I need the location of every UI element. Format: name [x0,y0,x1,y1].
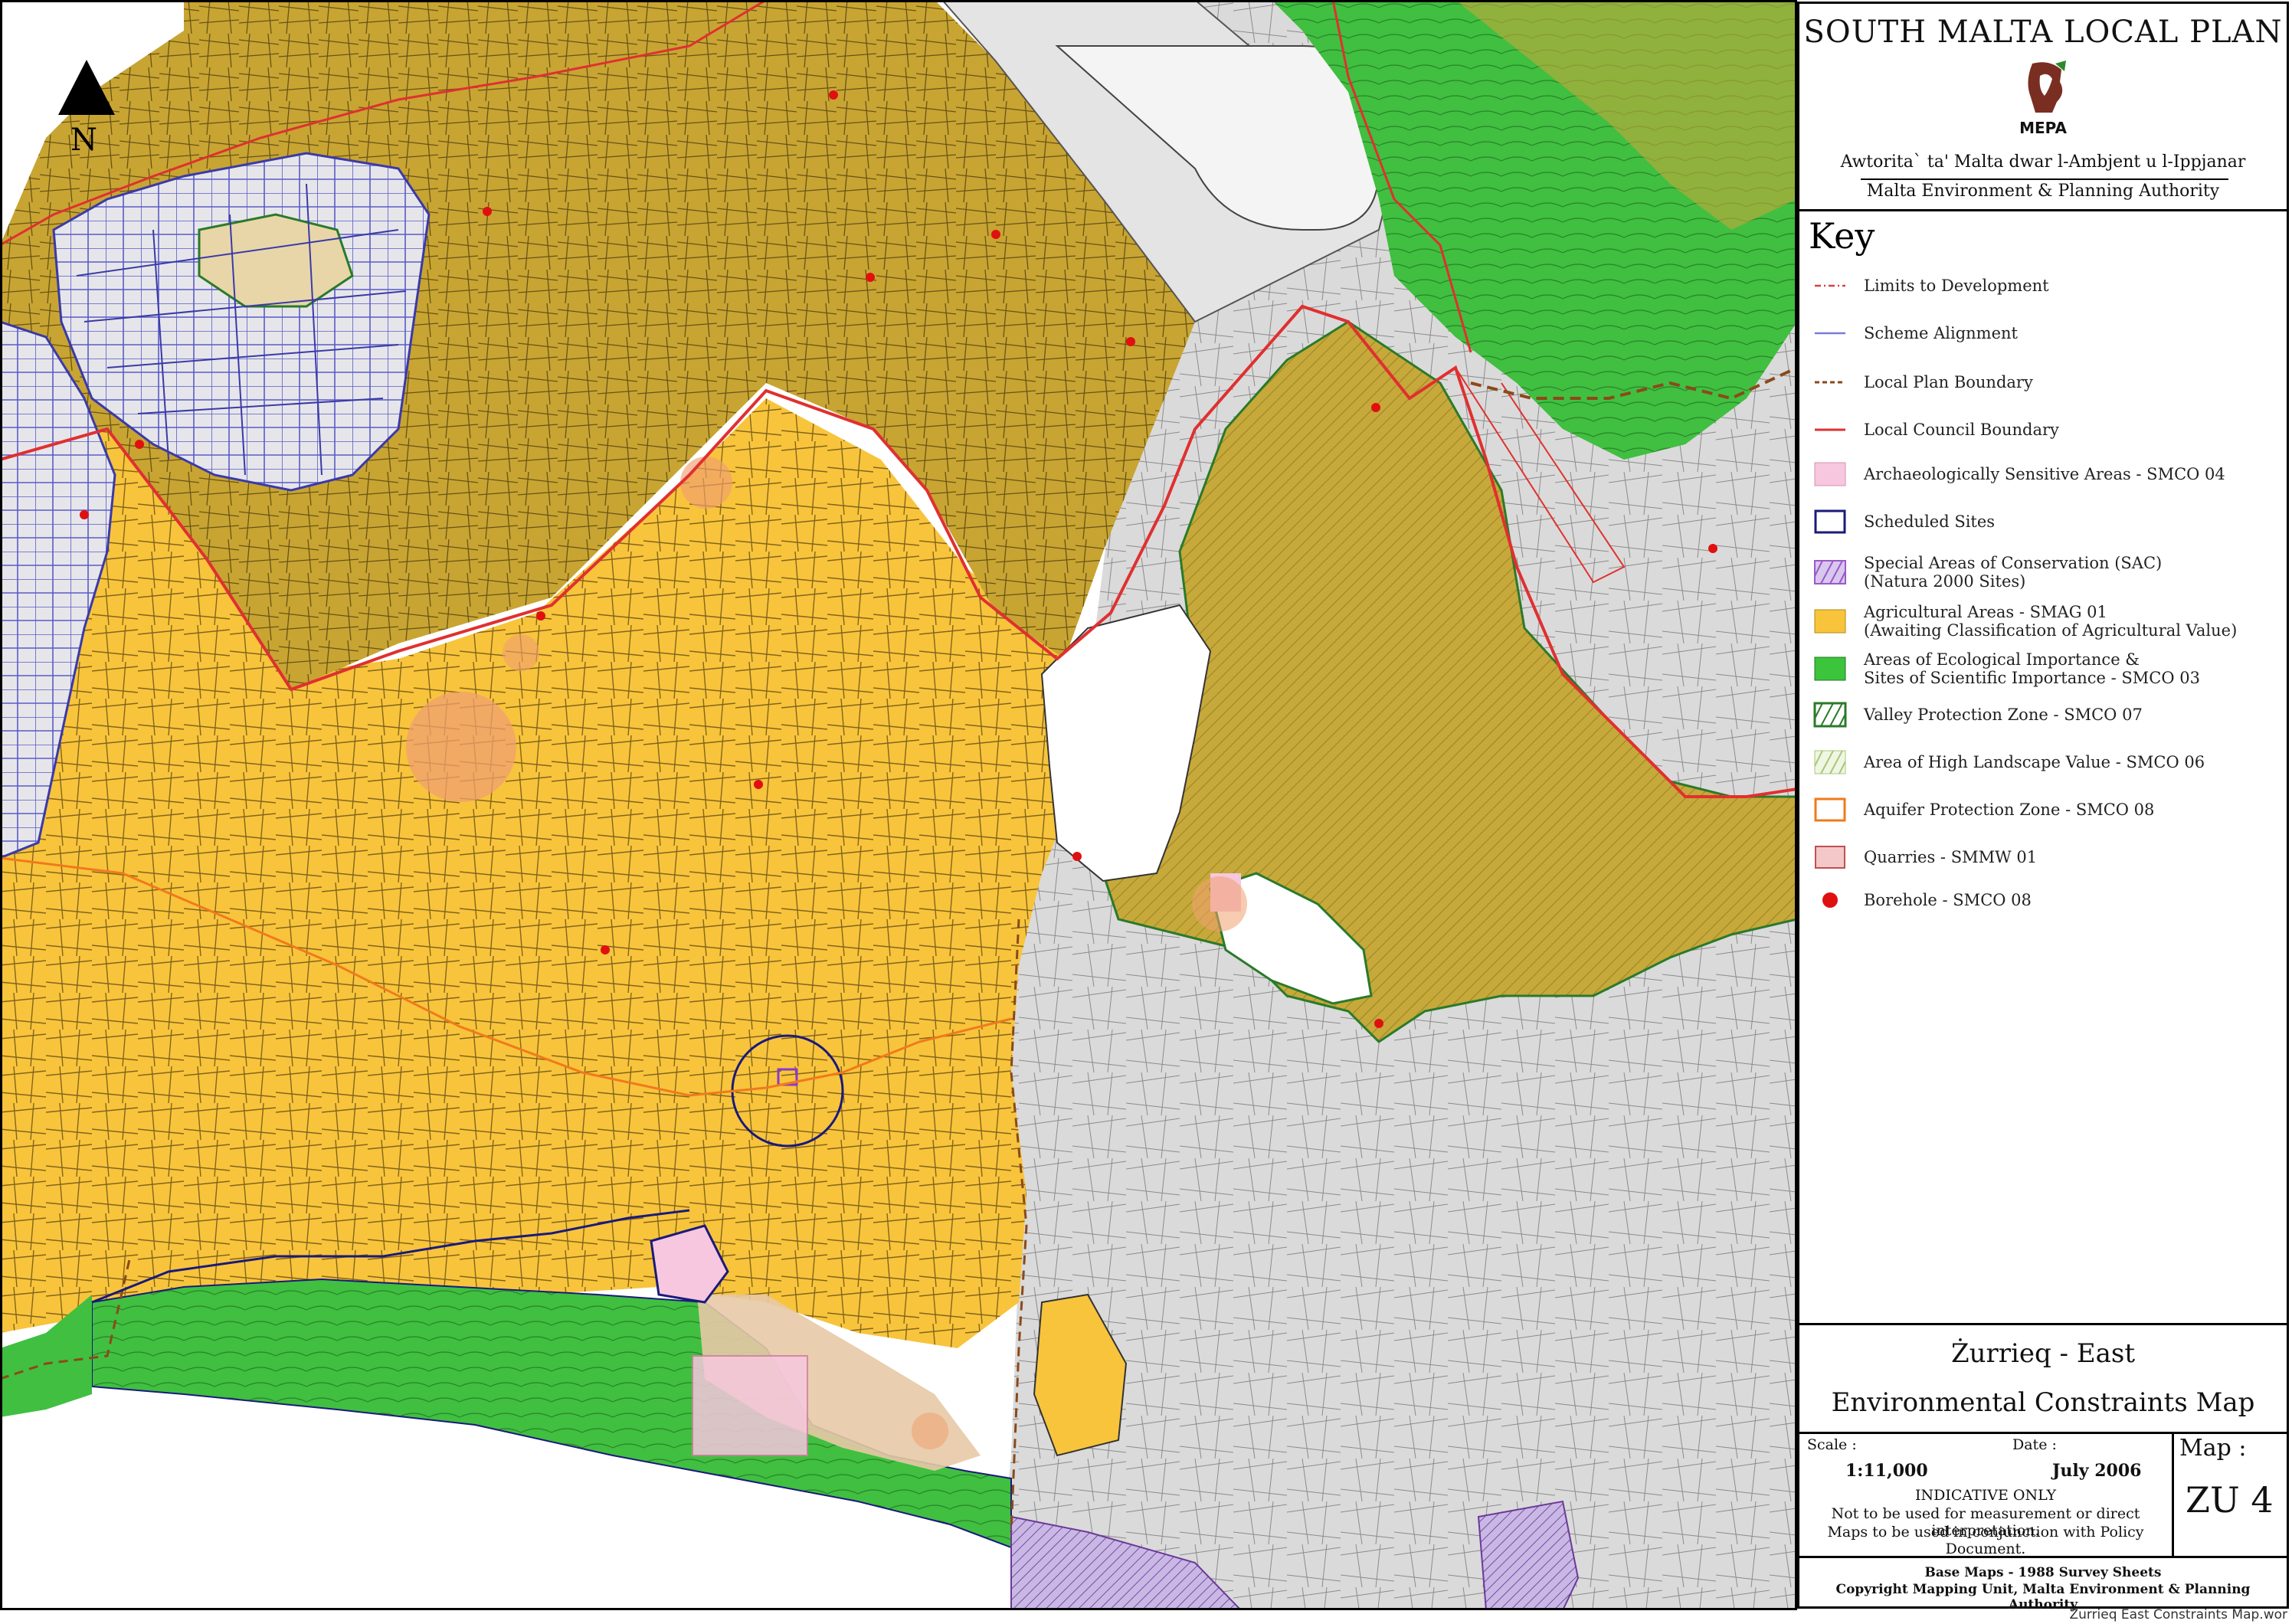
key-item-limits: Limits to Development [1813,270,2049,301]
dashed-line-icon [1815,381,1845,384]
key-label-sub: (Natura 2000 Sites) [1864,572,2026,591]
key-label: Scheduled Sites [1864,512,1996,531]
dashdot-line-icon [1815,284,1845,287]
key-label: Archaeologically Sensitive Areas - SMCO … [1864,465,2225,483]
constraints-map[interactable] [0,0,1797,1610]
map-number-box: Map : ZU 4 [2172,1433,2287,1556]
key-item-archaeological: Archaeologically Sensitive Areas - SMCO … [1813,459,2225,489]
line-icon [1815,332,1845,335]
location-name: Żurrieq - East [1950,1338,2136,1369]
key-label: Borehole - SMCO 08 [1864,891,2032,909]
key-label: Areas of Ecological Importance & [1864,650,2140,669]
hatch-swatch-icon [1813,702,1847,728]
plan-title: SOUTH MALTA LOCAL PLAN [1803,15,2283,50]
fill-swatch-icon [1814,462,1846,486]
north-label: N [70,123,97,158]
key-label: Quarries - SMMW 01 [1864,848,2038,866]
key-item-sac: Special Areas of Conservation (SAC) (Nat… [1813,551,2162,594]
fill-swatch-icon [1814,656,1846,681]
fill-swatch-icon [1814,609,1846,634]
key-item-landscape: Area of High Landscape Value - SMCO 06 [1813,747,2205,778]
dot-icon [1822,892,1838,908]
key-label: Agricultural Areas - SMAG 01 [1864,603,2107,621]
key-label: Local Plan Boundary [1864,373,2033,391]
key-label: Valley Protection Zone - SMCO 07 [1864,706,2143,724]
footer-divider [1799,1556,2287,1558]
key-label-sub: Sites of Scientific Importance - SMCO 03 [1864,669,2200,687]
line-icon [1815,428,1845,431]
base-maps-note: Base Maps - 1988 Survey Sheets [1924,1565,2162,1580]
policy-note: Maps to be used in conjunction with Poli… [1827,1524,2144,1557]
key-item-plan-boundary: Local Plan Boundary [1813,367,2033,398]
location-divider [1799,1323,2287,1325]
key-item-quarries: Quarries - SMMW 01 [1813,842,2037,873]
key-item-scheduled: Scheduled Sites [1813,506,1995,537]
key-item-borehole: Borehole - SMCO 08 [1813,885,2032,915]
scale-label: Scale : [1807,1436,1857,1453]
fill-swatch-icon [1815,846,1845,869]
scale-date-box: Scale : 1:11,000 Date : July 2006 INDICA… [1799,1433,2174,1557]
map-id: ZU 4 [2186,1479,2274,1521]
key-item-aquifer: Aquifer Protection Zone - SMCO 08 [1813,794,2154,825]
key-label: Area of High Landscape Value - SMCO 06 [1864,753,2205,771]
key-label: Special Areas of Conservation (SAC) [1864,554,2163,572]
authority-english: Malta Environment & Planning Authority [1866,182,2220,201]
key-item-council-boundary: Local Council Boundary [1813,414,2059,445]
header-divider [1799,209,2287,211]
map-legend-panel: SOUTH MALTA LOCAL PLAN MEPA Awtorita` ta… [1797,2,2289,1613]
key-item-scheme: Scheme Alignment [1813,318,2018,349]
hatch-swatch-icon [1814,750,1846,774]
date-label: Date : [2012,1436,2057,1453]
hatch-swatch-icon [1814,560,1846,584]
key-label: Limits to Development [1864,277,2049,295]
key-title: Key [1809,215,1875,257]
authority-maltese: Awtorita` ta' Malta dwar l-Ambjent u l-I… [1840,152,2246,172]
key-label: Local Council Boundary [1864,421,2059,439]
key-label: Scheme Alignment [1864,324,2018,342]
outline-swatch-icon [1814,797,1846,822]
key-item-ecological: Areas of Ecological Importance & Sites o… [1813,647,2200,690]
map-subtitle: Environmental Constraints Map [1831,1387,2255,1418]
scale-value: 1:11,000 [1845,1461,1928,1481]
key-label-sub: (Awaiting Classification of Agricultural… [1864,621,2238,640]
authority-rule [1861,178,2228,180]
file-name-label: Zurrieq East Constraints Map.wor [2069,1607,2287,1622]
mepa-logo-text: MEPA [2019,119,2067,137]
map-label: Map : [2179,1435,2247,1462]
key-item-valley: Valley Protection Zone - SMCO 07 [1813,699,2143,730]
indicative-note: INDICATIVE ONLY [1914,1487,2057,1504]
outline-swatch-icon [1814,509,1846,534]
key-item-agricultural: Agricultural Areas - SMAG 01 (Awaiting C… [1813,600,2237,643]
key-label: Aquifer Protection Zone - SMCO 08 [1864,801,2155,819]
date-value: July 2006 [2052,1461,2142,1481]
